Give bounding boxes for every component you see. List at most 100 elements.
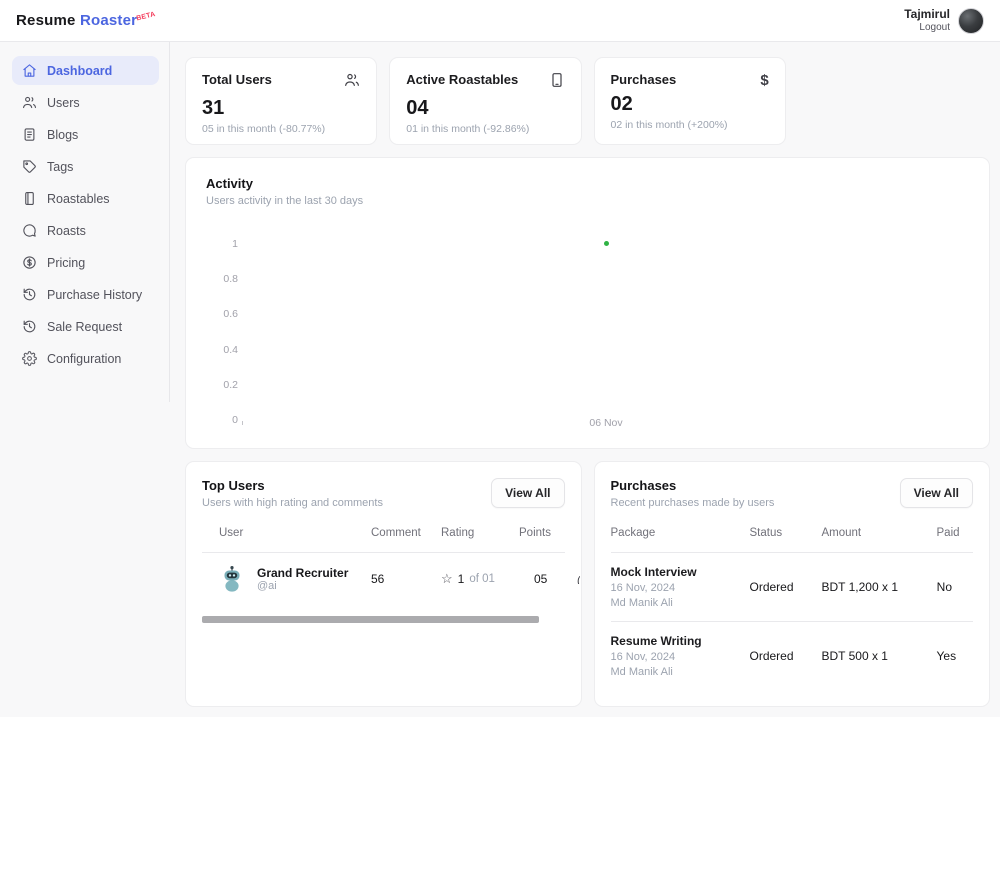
rating-of: of 01: [469, 573, 495, 585]
column-header-user: User: [219, 527, 371, 539]
purchase-paid: Yes: [937, 649, 978, 663]
package-name: Mock Interview: [611, 565, 750, 579]
top-users-title: Top Users: [202, 478, 383, 493]
users-icon: [344, 72, 360, 93]
sidebar-item-configuration[interactable]: Configuration: [12, 344, 159, 373]
sidebar-item-label: Blogs: [47, 128, 78, 142]
sidebar-nav: Dashboard Users Blogs Tags Roastables Ro…: [0, 42, 170, 402]
activity-chart: 1 0.8 0.6 0.4 0.2 0 06 Nov: [206, 229, 969, 434]
clipped-cell-fragment: (: [577, 575, 580, 584]
logout-link[interactable]: Logout: [904, 22, 950, 35]
top-users-view-all-button[interactable]: View All: [491, 478, 564, 508]
purchase-paid: No: [937, 580, 974, 594]
column-header-amount: Amount: [822, 527, 937, 539]
users-icon: [22, 95, 37, 110]
logo-part2: Roaster: [80, 12, 137, 29]
purchase-amount: BDT 1,200 x 1: [822, 580, 937, 594]
user-avatar[interactable]: [958, 8, 984, 34]
purchases-card: Purchases Recent purchases made by users…: [594, 461, 991, 707]
document-icon: [22, 127, 37, 142]
y-axis-tick: 0.2: [206, 379, 238, 391]
package-name: Resume Writing: [611, 634, 750, 648]
sidebar-item-sale-request[interactable]: Sale Request: [12, 312, 159, 341]
book-icon: [22, 191, 37, 206]
stat-label: Active Roastables: [406, 72, 518, 87]
sidebar-item-label: Pricing: [47, 256, 85, 270]
top-header: Resume RoasterBETA Tajmirul Logout: [0, 0, 1000, 42]
sidebar-item-label: Dashboard: [47, 64, 112, 78]
purchases-title: Purchases: [611, 478, 775, 493]
chat-icon: [22, 223, 37, 238]
sidebar-item-label: Users: [47, 96, 80, 110]
top-users-card: Top Users Users with high rating and com…: [185, 461, 582, 707]
sidebar-item-purchase-history[interactable]: Purchase History: [12, 280, 159, 309]
beta-badge: BETA: [136, 11, 156, 22]
content-band: Dashboard Users Blogs Tags Roastables Ro…: [0, 42, 1000, 717]
table-row[interactable]: Grand Recruiter @ai 56 ☆ 1 of 01 05 (: [202, 553, 565, 603]
sidebar-item-label: Purchase History: [47, 288, 142, 302]
sidebar-item-label: Tags: [47, 160, 73, 174]
activity-title: Activity: [206, 176, 969, 191]
table-row[interactable]: Resume Writing 16 Nov, 2024 Md Manik Ali…: [611, 621, 974, 690]
bottom-row: Top Users Users with high rating and com…: [185, 461, 990, 707]
sidebar-item-dashboard[interactable]: Dashboard: [12, 56, 159, 85]
top-user-handle: @ai: [257, 580, 348, 592]
history-icon: [22, 287, 37, 302]
purchase-user: Md Manik Ali: [611, 597, 750, 609]
home-icon: [22, 63, 37, 78]
data-point[interactable]: [604, 241, 609, 246]
column-header-points: Points: [519, 527, 577, 539]
tablet-icon: [549, 72, 565, 93]
stat-label: Total Users: [202, 72, 272, 87]
app-logo[interactable]: Resume RoasterBETA: [16, 12, 158, 29]
stat-card-active-roastables: Active Roastables 04 01 in this month (-…: [389, 57, 581, 145]
top-users-subtitle: Users with high rating and comments: [202, 497, 383, 509]
purchase-user: Md Manik Ali: [611, 666, 750, 678]
purchase-amount: BDT 500 x 1: [822, 649, 937, 663]
sidebar-item-label: Roastables: [47, 192, 110, 206]
sidebar-item-blogs[interactable]: Blogs: [12, 120, 159, 149]
table-row[interactable]: Mock Interview 16 Nov, 2024 Md Manik Ali…: [611, 553, 974, 621]
purchase-status: Ordered: [750, 649, 822, 663]
top-user-name: Grand Recruiter: [257, 566, 348, 580]
purchases-table-header: Package Status Amount Paid: [611, 527, 974, 553]
stat-subtext: 02 in this month (+200%): [611, 119, 769, 131]
sidebar-item-users[interactable]: Users: [12, 88, 159, 117]
purchase-date: 16 Nov, 2024: [611, 651, 750, 663]
column-header-rating: Rating: [441, 527, 519, 539]
column-header-status: Status: [750, 527, 822, 539]
robot-avatar: [219, 565, 245, 593]
column-header-package: Package: [611, 527, 750, 539]
sidebar-item-roasts[interactable]: Roasts: [12, 216, 159, 245]
sidebar-item-label: Roasts: [47, 224, 86, 238]
stat-card-purchases: Purchases $ 02 02 in this month (+200%): [594, 57, 786, 145]
stat-card-total-users: Total Users 31 05 in this month (-80.77%…: [185, 57, 377, 145]
purchase-date: 16 Nov, 2024: [611, 582, 750, 594]
sidebar-item-roastables[interactable]: Roastables: [12, 184, 159, 213]
x-axis-label: 06 Nov: [589, 417, 622, 429]
dollar-circle-icon: [22, 255, 37, 270]
y-axis-tick: 0.4: [206, 344, 238, 356]
horizontal-scrollbar[interactable]: [202, 616, 539, 623]
sidebar-item-label: Configuration: [47, 352, 121, 366]
activity-subtitle: Users activity in the last 30 days: [206, 195, 969, 207]
history-icon: [22, 319, 37, 334]
sidebar-item-tags[interactable]: Tags: [12, 152, 159, 181]
dollar-icon: $: [760, 72, 768, 89]
comment-count: 56: [371, 572, 441, 586]
purchases-subtitle: Recent purchases made by users: [611, 497, 775, 509]
stat-value: 04: [406, 97, 564, 120]
rating-value: 1: [458, 572, 465, 586]
logo-part1: Resume: [16, 12, 76, 29]
y-axis-tick: 0: [206, 414, 238, 426]
stat-value: 31: [202, 97, 360, 120]
stat-label: Purchases: [611, 72, 677, 87]
gear-icon: [22, 351, 37, 366]
points-value: 05: [519, 572, 577, 586]
column-header-paid: Paid: [937, 527, 981, 539]
user-menu[interactable]: Tajmirul Logout: [904, 7, 984, 35]
purchases-view-all-button[interactable]: View All: [900, 478, 973, 508]
sidebar-item-pricing[interactable]: Pricing: [12, 248, 159, 277]
activity-card: Activity Users activity in the last 30 d…: [185, 157, 990, 449]
purchase-status: Ordered: [750, 580, 822, 594]
